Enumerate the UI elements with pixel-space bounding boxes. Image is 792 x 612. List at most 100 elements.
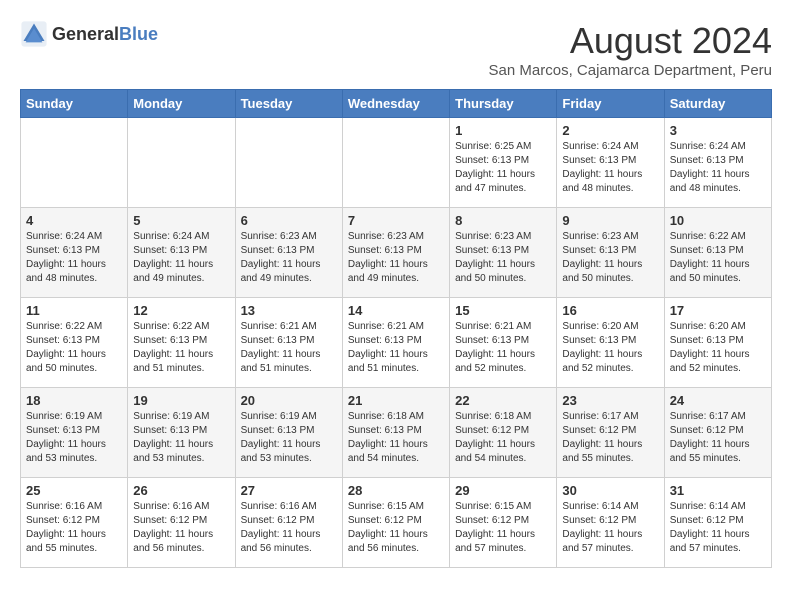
cell-3-2: 20Sunrise: 6:19 AM Sunset: 6:13 PM Dayli… (235, 388, 342, 478)
main-title: August 2024 (489, 20, 772, 62)
cell-1-0: 4 Sunrise: 6:24 AM Sunset: 6:13 PM Daylig… (21, 208, 128, 298)
cell-content: Sunrise: 6:21 AM Sunset: 6:13 PM Dayligh… (241, 320, 337, 376)
cell-0-5: 2 Sunrise: 6:24 AM Sunset: 6:13 PM Daylig… (557, 118, 664, 208)
day-number: 28 (348, 483, 444, 498)
cell-2-4: 15 Sunrise: 6:21 AM Sunset: 6:13 PM Dayli… (450, 298, 557, 388)
header-thursday: Thursday (450, 90, 557, 118)
header-tuesday: Tuesday (235, 90, 342, 118)
cell-4-1: 26Sunrise: 6:16 AM Sunset: 6:12 PM Dayli… (128, 478, 235, 568)
cell-0-4: 1 Sunrise: 6:25 AM Sunset: 6:13 PM Daylig… (450, 118, 557, 208)
day-number: 30 (562, 483, 658, 498)
cell-2-1: 12 Sunrise: 6:22 AM Sunset: 6:13 PM Dayli… (128, 298, 235, 388)
header-wednesday: Wednesday (342, 90, 449, 118)
cell-1-1: 5 Sunrise: 6:24 AM Sunset: 6:13 PM Daylig… (128, 208, 235, 298)
day-number: 24 (670, 393, 766, 408)
calendar-header: SundayMondayTuesdayWednesdayThursdayFrid… (21, 90, 772, 118)
cell-content: Sunrise: 6:25 AM Sunset: 6:13 PM Dayligh… (455, 140, 551, 196)
cell-content: Sunrise: 6:21 AM Sunset: 6:13 PM Dayligh… (348, 320, 444, 376)
cell-content: Sunrise: 6:20 AM Sunset: 6:13 PM Dayligh… (670, 320, 766, 376)
cell-3-3: 21Sunrise: 6:18 AM Sunset: 6:13 PM Dayli… (342, 388, 449, 478)
cell-1-5: 9Sunrise: 6:23 AM Sunset: 6:13 PM Daylig… (557, 208, 664, 298)
cell-2-0: 11 Sunrise: 6:22 AM Sunset: 6:13 PM Dayli… (21, 298, 128, 388)
cell-content: Sunrise: 6:19 AM Sunset: 6:13 PM Dayligh… (26, 410, 122, 466)
logo-general: General (52, 24, 119, 44)
day-number: 8 (455, 213, 551, 228)
day-number: 14 (348, 303, 444, 318)
day-number: 22 (455, 393, 551, 408)
day-number: 19 (133, 393, 229, 408)
day-number: 11 (26, 303, 122, 318)
cell-4-0: 25 Sunrise: 6:16 AM Sunset: 6:12 PM Dayli… (21, 478, 128, 568)
cell-4-5: 30 Sunrise: 6:14 AM Sunset: 6:12 PM Dayli… (557, 478, 664, 568)
cell-1-3: 7 Sunrise: 6:23 AM Sunset: 6:13 PM Daylig… (342, 208, 449, 298)
subtitle: San Marcos, Cajamarca Department, Peru (489, 62, 772, 79)
day-number: 12 (133, 303, 229, 318)
cell-content: Sunrise: 6:24 AM Sunset: 6:13 PM Dayligh… (670, 140, 766, 196)
cell-content: Sunrise: 6:14 AM Sunset: 6:12 PM Dayligh… (670, 500, 766, 556)
cell-2-6: 17 Sunrise: 6:20 AM Sunset: 6:13 PM Dayli… (664, 298, 771, 388)
week-row-5: 25 Sunrise: 6:16 AM Sunset: 6:12 PM Dayli… (21, 478, 772, 568)
day-number: 17 (670, 303, 766, 318)
day-number: 10 (670, 213, 766, 228)
day-number: 6 (241, 213, 337, 228)
week-row-1: 1 Sunrise: 6:25 AM Sunset: 6:13 PM Daylig… (21, 118, 772, 208)
cell-content: Sunrise: 6:22 AM Sunset: 6:13 PM Dayligh… (670, 230, 766, 286)
cell-0-6: 3Sunrise: 6:24 AM Sunset: 6:13 PM Daylig… (664, 118, 771, 208)
cell-content: Sunrise: 6:24 AM Sunset: 6:13 PM Dayligh… (133, 230, 229, 286)
day-number: 2 (562, 123, 658, 138)
day-number: 16 (562, 303, 658, 318)
header: GeneralBlue August 2024 San Marcos, Caja… (20, 20, 772, 79)
week-row-2: 4 Sunrise: 6:24 AM Sunset: 6:13 PM Daylig… (21, 208, 772, 298)
day-number: 1 (455, 123, 551, 138)
cell-content: Sunrise: 6:14 AM Sunset: 6:12 PM Dayligh… (562, 500, 658, 556)
day-number: 15 (455, 303, 551, 318)
day-number: 21 (348, 393, 444, 408)
logo: GeneralBlue (20, 20, 158, 48)
cell-content: Sunrise: 6:24 AM Sunset: 6:13 PM Dayligh… (562, 140, 658, 196)
cell-0-0 (21, 118, 128, 208)
cell-3-0: 18Sunrise: 6:19 AM Sunset: 6:13 PM Dayli… (21, 388, 128, 478)
cell-1-4: 8Sunrise: 6:23 AM Sunset: 6:13 PM Daylig… (450, 208, 557, 298)
cell-content: Sunrise: 6:19 AM Sunset: 6:13 PM Dayligh… (241, 410, 337, 466)
cell-3-5: 23Sunrise: 6:17 AM Sunset: 6:12 PM Dayli… (557, 388, 664, 478)
header-sunday: Sunday (21, 90, 128, 118)
week-row-4: 18Sunrise: 6:19 AM Sunset: 6:13 PM Dayli… (21, 388, 772, 478)
header-friday: Friday (557, 90, 664, 118)
day-number: 13 (241, 303, 337, 318)
cell-content: Sunrise: 6:16 AM Sunset: 6:12 PM Dayligh… (26, 500, 122, 556)
cell-4-2: 27 Sunrise: 6:16 AM Sunset: 6:12 PM Dayli… (235, 478, 342, 568)
cell-content: Sunrise: 6:16 AM Sunset: 6:12 PM Dayligh… (241, 500, 337, 556)
cell-content: Sunrise: 6:17 AM Sunset: 6:12 PM Dayligh… (670, 410, 766, 466)
cell-3-6: 24 Sunrise: 6:17 AM Sunset: 6:12 PM Dayli… (664, 388, 771, 478)
header-row: SundayMondayTuesdayWednesdayThursdayFrid… (21, 90, 772, 118)
cell-content: Sunrise: 6:21 AM Sunset: 6:13 PM Dayligh… (455, 320, 551, 376)
cell-0-1 (128, 118, 235, 208)
cell-2-3: 14 Sunrise: 6:21 AM Sunset: 6:13 PM Dayli… (342, 298, 449, 388)
cell-3-1: 19 Sunrise: 6:19 AM Sunset: 6:13 PM Dayli… (128, 388, 235, 478)
logo-blue: Blue (119, 24, 158, 44)
calendar-body: 1 Sunrise: 6:25 AM Sunset: 6:13 PM Daylig… (21, 118, 772, 568)
cell-content: Sunrise: 6:19 AM Sunset: 6:13 PM Dayligh… (133, 410, 229, 466)
logo-text: GeneralBlue (52, 24, 158, 45)
cell-0-2 (235, 118, 342, 208)
day-number: 25 (26, 483, 122, 498)
day-number: 27 (241, 483, 337, 498)
cell-content: Sunrise: 6:23 AM Sunset: 6:13 PM Dayligh… (562, 230, 658, 286)
day-number: 4 (26, 213, 122, 228)
day-number: 7 (348, 213, 444, 228)
cell-1-2: 6 Sunrise: 6:23 AM Sunset: 6:13 PM Daylig… (235, 208, 342, 298)
header-saturday: Saturday (664, 90, 771, 118)
day-number: 5 (133, 213, 229, 228)
logo-icon (20, 20, 48, 48)
cell-content: Sunrise: 6:22 AM Sunset: 6:13 PM Dayligh… (26, 320, 122, 376)
cell-content: Sunrise: 6:23 AM Sunset: 6:13 PM Dayligh… (348, 230, 444, 286)
day-number: 31 (670, 483, 766, 498)
header-monday: Monday (128, 90, 235, 118)
day-number: 29 (455, 483, 551, 498)
cell-content: Sunrise: 6:24 AM Sunset: 6:13 PM Dayligh… (26, 230, 122, 286)
cell-content: Sunrise: 6:22 AM Sunset: 6:13 PM Dayligh… (133, 320, 229, 376)
cell-2-2: 13 Sunrise: 6:21 AM Sunset: 6:13 PM Dayli… (235, 298, 342, 388)
title-area: August 2024 San Marcos, Cajamarca Depart… (489, 20, 772, 79)
cell-content: Sunrise: 6:23 AM Sunset: 6:13 PM Dayligh… (241, 230, 337, 286)
calendar-table: SundayMondayTuesdayWednesdayThursdayFrid… (20, 89, 772, 568)
